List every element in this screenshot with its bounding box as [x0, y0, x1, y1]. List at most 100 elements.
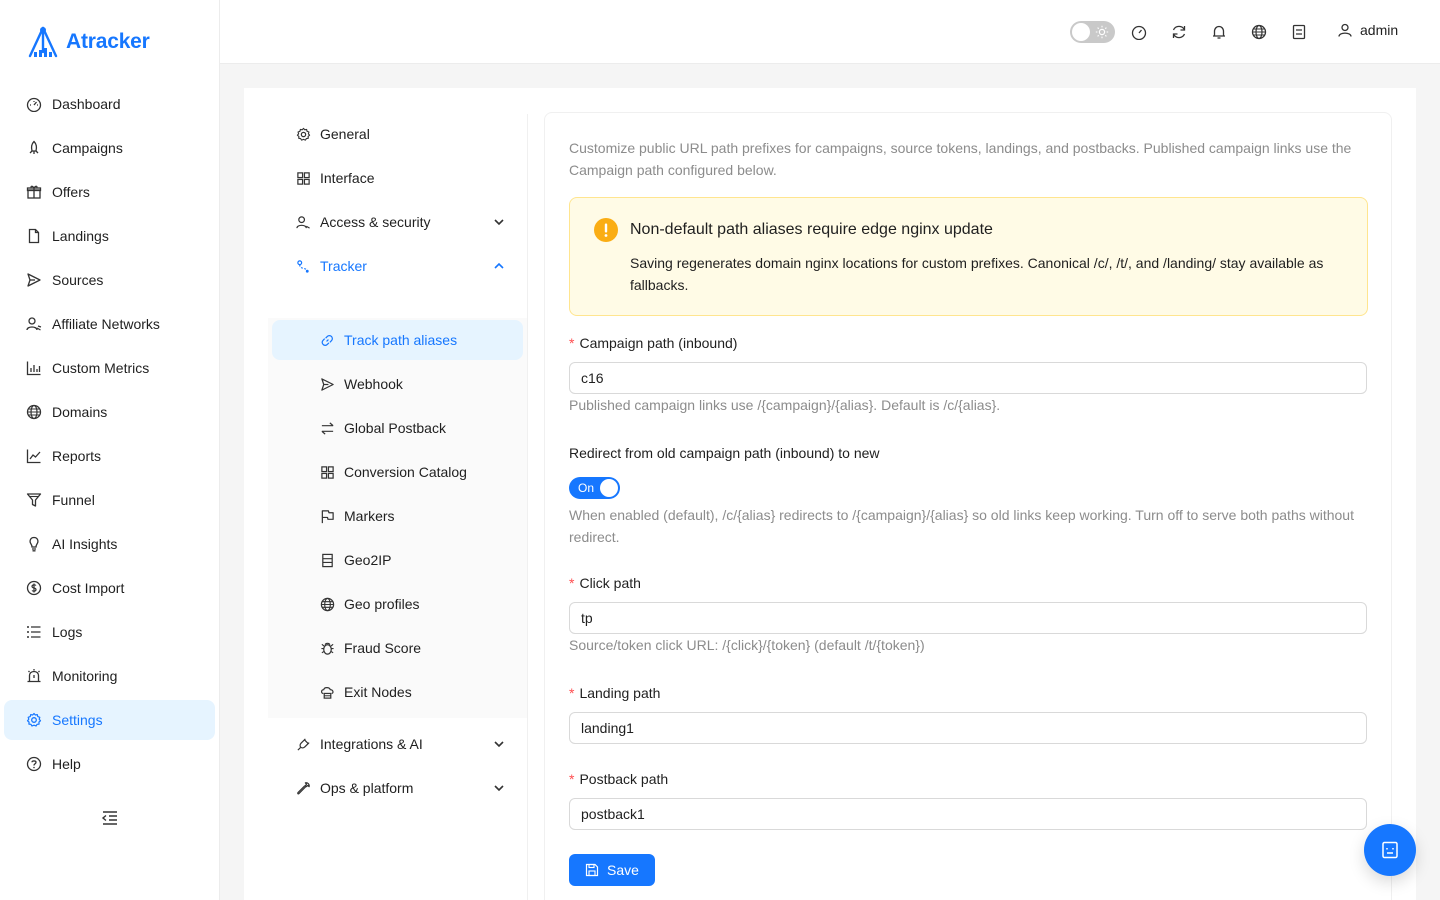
menu-fold-icon[interactable] [101, 810, 119, 826]
click-path-input[interactable] [569, 602, 1367, 634]
settings-access-security[interactable]: Access & security [272, 202, 523, 242]
postback-path-input[interactable] [569, 798, 1367, 830]
menu-label: Ops & platform [320, 780, 414, 796]
submenu-label: Geo profiles [344, 596, 420, 612]
assistant-float-button[interactable] [1364, 824, 1416, 876]
sun-icon [1095, 25, 1109, 39]
nav-campaigns[interactable]: Campaigns [4, 128, 215, 168]
tracker-markers[interactable]: Markers [272, 496, 523, 536]
campaign-path-input[interactable] [569, 362, 1367, 394]
label-text: Postback path [579, 771, 669, 787]
settings-ops-platform[interactable]: Ops & platform [272, 768, 523, 808]
nav-monitoring[interactable]: Monitoring [4, 656, 215, 696]
plug-icon [297, 737, 310, 751]
alarm-icon [27, 669, 41, 683]
submenu-label: Markers [344, 508, 395, 524]
nav-label: Reports [52, 448, 102, 464]
tracker-submenu: Track path aliases Webhook Global Postba… [268, 318, 527, 718]
globe-icon [26, 404, 42, 420]
form-intro: Customize public URL path prefixes for c… [569, 140, 1352, 178]
nav-landings[interactable]: Landings [4, 216, 215, 256]
nav-sources[interactable]: Sources [4, 260, 215, 300]
dashboard-icon[interactable] [1131, 24, 1147, 40]
required-mark: * [569, 335, 575, 351]
settings-content: General Interface Access & security Trac… [244, 88, 1416, 900]
settings-menu: General Interface Access & security Trac… [268, 114, 528, 900]
nav-label: Help [52, 756, 81, 772]
bar-chart-icon [26, 361, 41, 376]
save-button[interactable]: Save [569, 854, 655, 886]
globe-icon[interactable] [1251, 24, 1267, 40]
gift-icon [26, 185, 42, 199]
menu-label: Tracker [320, 258, 367, 274]
chevron-down-icon [494, 785, 504, 792]
file-icon [28, 228, 40, 244]
tracker-geo2ip[interactable]: Geo2IP [272, 540, 523, 580]
redirect-switch[interactable]: On [569, 477, 620, 499]
tracker-global-postback[interactable]: Global Postback [272, 408, 523, 448]
refresh-icon[interactable] [1171, 24, 1187, 40]
menu-label: Access & security [320, 214, 431, 230]
user-menu[interactable]: admin [1338, 22, 1398, 38]
bell-icon[interactable] [1211, 24, 1227, 40]
required-mark: * [569, 575, 575, 591]
logo-icon [28, 26, 58, 58]
sidebar: Atracker Dashboard Campaigns Offers Land… [0, 0, 220, 900]
landing-path-label: * Landing path [569, 685, 660, 701]
nav-label: Logs [52, 624, 83, 640]
click-path-label: * Click path [569, 575, 641, 591]
nav-funnel[interactable]: Funnel [4, 480, 215, 520]
tracker-webhook[interactable]: Webhook [272, 364, 523, 404]
settings-interface[interactable]: Interface [272, 158, 523, 198]
settings-general[interactable]: General [272, 114, 523, 154]
nav-help[interactable]: Help [4, 744, 215, 784]
grid-icon [321, 465, 334, 479]
tracker-geo-profiles[interactable]: Geo profiles [272, 584, 523, 624]
notebook-icon[interactable] [1291, 24, 1307, 40]
database-icon [322, 553, 333, 567]
tracker-conversion-catalog[interactable]: Conversion Catalog [272, 452, 523, 492]
app-logo[interactable]: Atracker [26, 26, 150, 58]
tracker-exit-nodes[interactable]: Exit Nodes [272, 672, 523, 712]
nav-label: Offers [52, 184, 90, 200]
nav-custom-metrics[interactable]: Custom Metrics [4, 348, 215, 388]
campaign-path-label: * Campaign path (inbound) [569, 335, 737, 351]
nav-domains[interactable]: Domains [4, 392, 215, 432]
nav-label: Affiliate Networks [52, 316, 160, 332]
nav-reports[interactable]: Reports [4, 436, 215, 476]
nav-ai-insights[interactable]: AI Insights [4, 524, 215, 564]
tracker-track-path-aliases[interactable]: Track path aliases [272, 320, 523, 360]
funnel-icon [26, 493, 42, 507]
required-mark: * [569, 685, 575, 701]
nav-affiliate-networks[interactable]: Affiliate Networks [4, 304, 215, 344]
nav-label: Domains [52, 404, 108, 420]
save-icon [585, 863, 599, 877]
landing-path-input[interactable] [569, 712, 1367, 744]
click-path-help: Source/token click URL: /{click}/{token}… [569, 637, 925, 653]
question-icon [26, 756, 42, 772]
nav-offers[interactable]: Offers [4, 172, 215, 212]
robot-icon [1382, 841, 1398, 859]
redirect-help: When enabled (default), /c/{alias} redir… [569, 507, 1354, 545]
submenu-label: Webhook [344, 376, 403, 392]
nav-dashboard[interactable]: Dashboard [4, 84, 215, 124]
nav-label: Monitoring [52, 668, 118, 684]
settings-tracker[interactable]: Tracker [272, 246, 523, 286]
exclamation-circle-icon [594, 218, 618, 242]
tracker-fraud-score[interactable]: Fraud Score [272, 628, 523, 668]
theme-toggle[interactable] [1070, 21, 1115, 43]
campaign-path-help: Published campaign links use /{campaign}… [569, 397, 1001, 413]
settings-integrations-ai[interactable]: Integrations & AI [272, 724, 523, 764]
gear-icon [26, 712, 42, 727]
list-icon [27, 626, 41, 638]
nav-settings[interactable]: Settings [4, 700, 215, 740]
dashboard-icon [26, 97, 42, 112]
chevron-down-icon [494, 219, 504, 226]
chevron-down-icon [494, 741, 504, 748]
nav-label: Sources [52, 272, 104, 288]
tool-icon [297, 781, 310, 794]
label-text: Click path [579, 575, 641, 591]
postback-path-label: * Postback path [569, 771, 668, 787]
nav-logs[interactable]: Logs [4, 612, 215, 652]
nav-cost-import[interactable]: Cost Import [4, 568, 215, 608]
